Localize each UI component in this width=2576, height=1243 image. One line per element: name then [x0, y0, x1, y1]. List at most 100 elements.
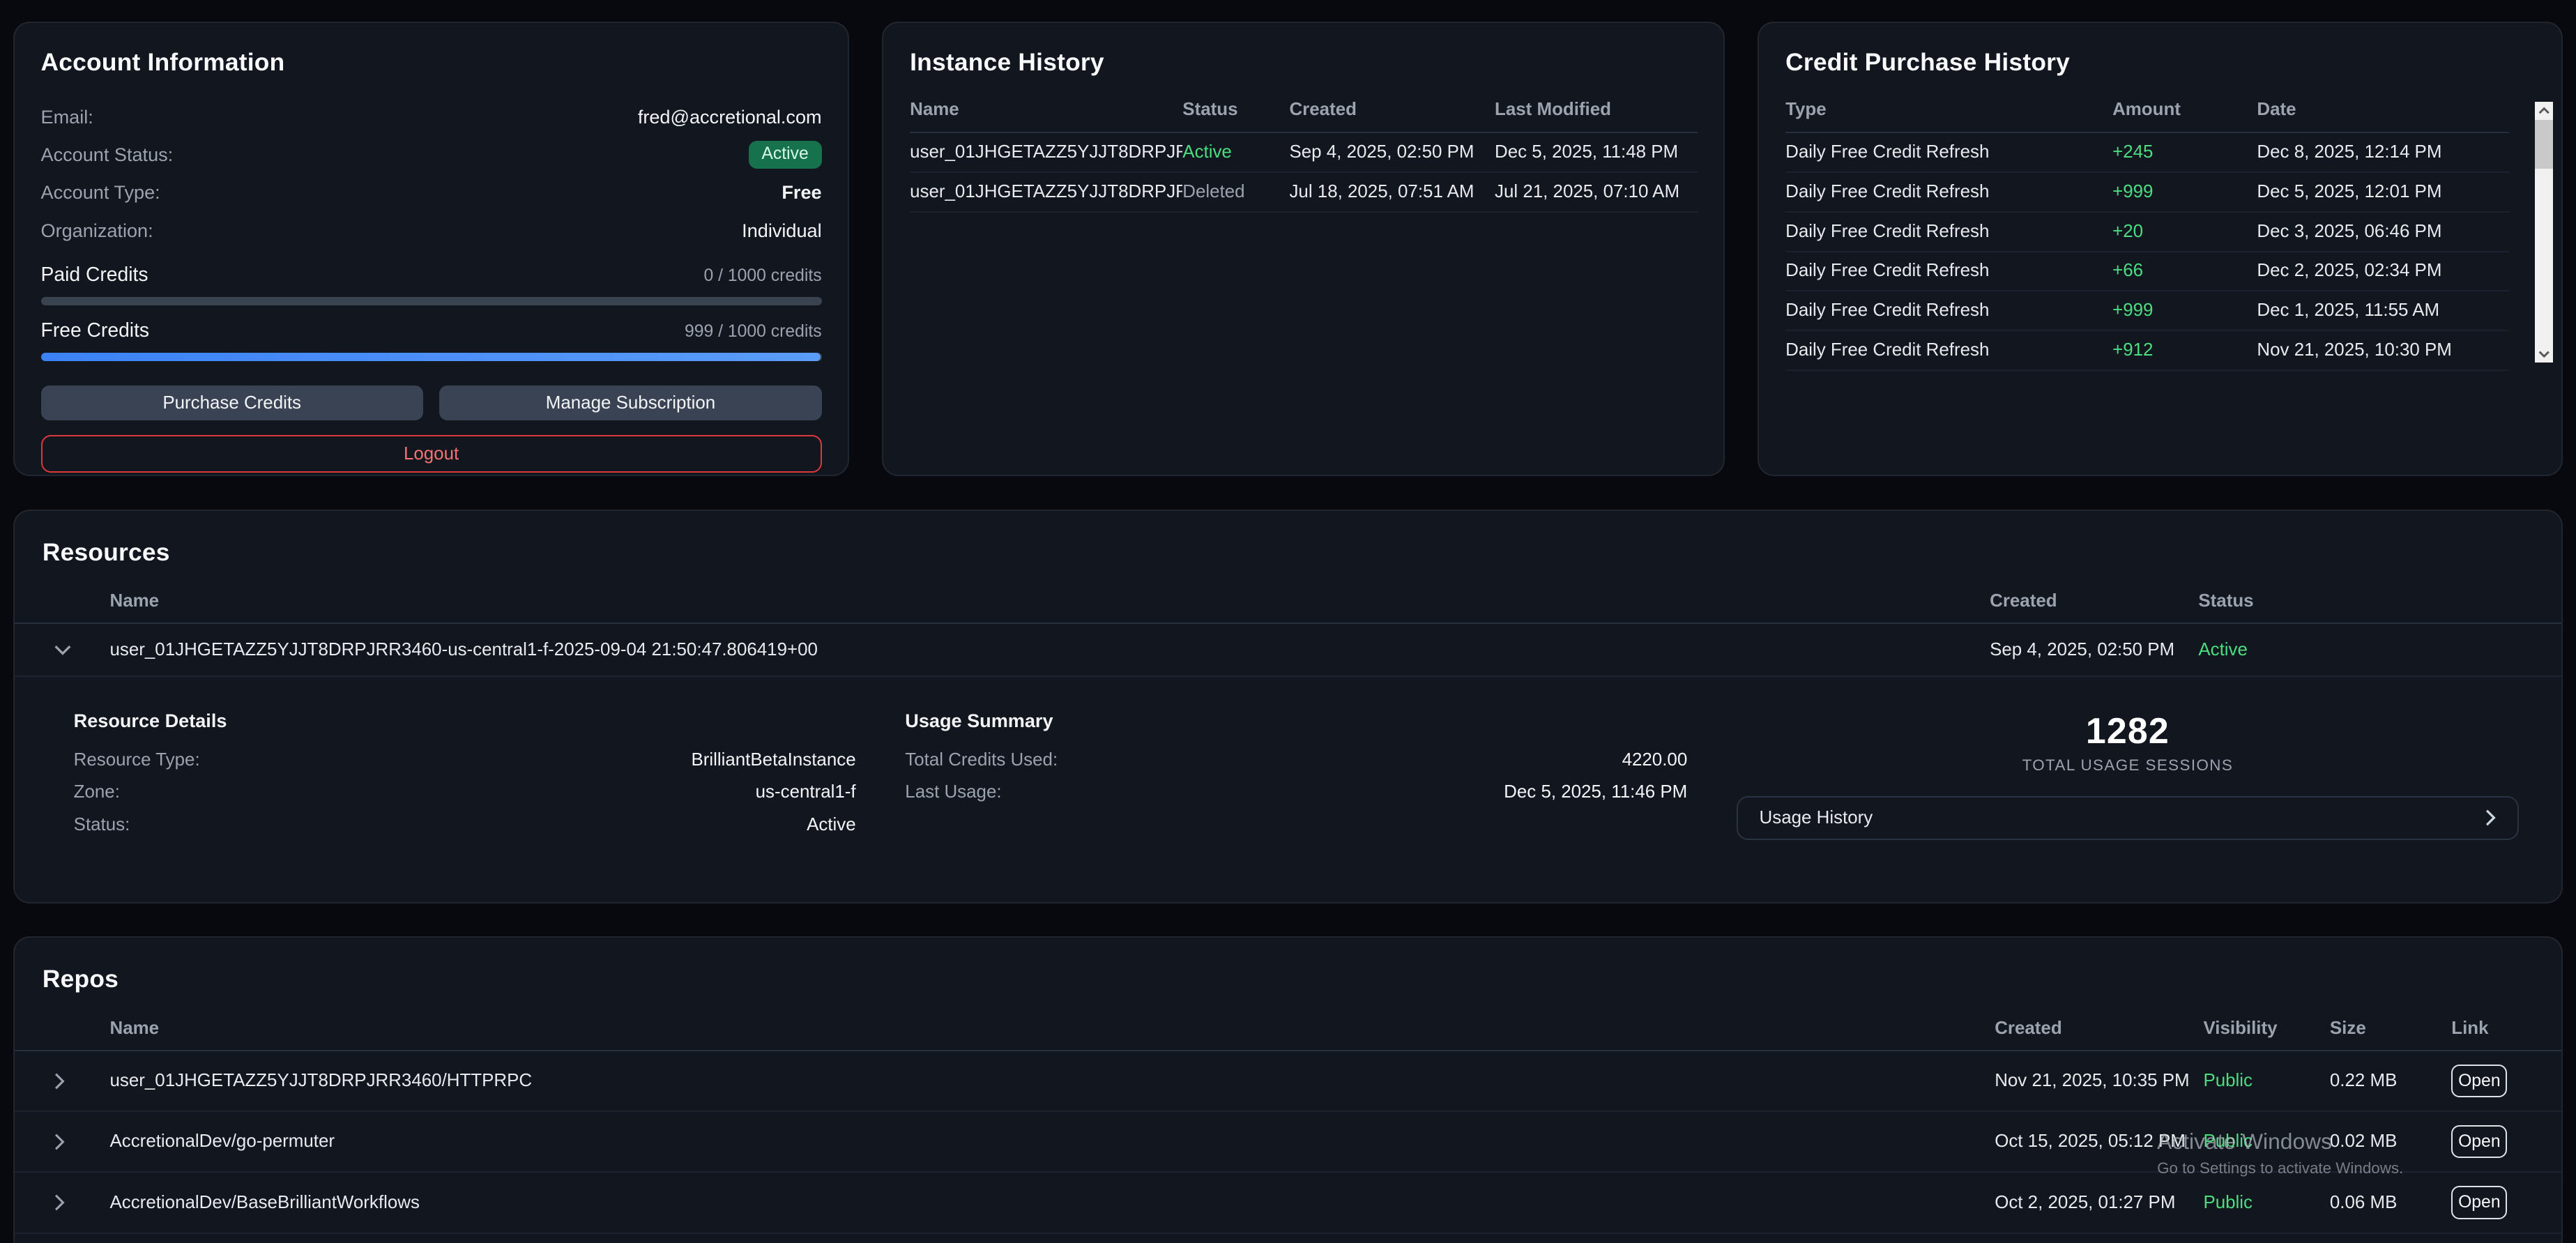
status-value: Active: [807, 815, 856, 835]
repo-created: Oct 15, 2025, 05:12 PM: [1995, 1131, 2203, 1152]
credit-amount: +245: [2112, 142, 2257, 162]
resource-row[interactable]: user_01JHGETAZZ5YJJT8DRPJRR3460-us-centr…: [15, 624, 2561, 676]
paid-credits-count: 0 / 1000 credits: [703, 266, 821, 286]
resource-status: Active: [2198, 640, 2530, 660]
column-header-name: Name: [110, 1019, 1995, 1039]
repos-card: Repos Name Created Visibility Size Link …: [13, 936, 2563, 1243]
repo-name: user_01JHGETAZZ5YJJT8DRPJRR3460/HTTPRPC: [110, 1071, 1995, 1091]
last-usage-label: Last Usage:: [905, 782, 1001, 802]
usage-history-button[interactable]: Usage History: [1737, 796, 2519, 841]
free-credits-progressbar: [41, 353, 822, 361]
resource-type-value: BrilliantBetaInstance: [691, 750, 855, 770]
account-status-label: Account Status:: [41, 144, 174, 166]
column-header-last-modified: Last Modified: [1495, 100, 1698, 120]
repo-row[interactable]: user_01JHGETAZZ5YJJT8DRPJRR3460/HTTPRPC …: [15, 1051, 2561, 1112]
chevron-right-icon[interactable]: [54, 1133, 109, 1151]
resources-title: Resources: [15, 511, 2561, 567]
column-header-visibility: Visibility: [2203, 1019, 2329, 1039]
credit-type: Daily Free Credit Refresh: [1785, 182, 2112, 202]
repo-row[interactable]: AccretionalDev/BaseBrilliantWorkflows Oc…: [15, 1173, 2561, 1233]
credit-amount: +999: [2112, 300, 2257, 321]
zone-value: us-central1-f: [756, 782, 856, 802]
column-header-size: Size: [2330, 1019, 2451, 1039]
organization-label: Organization:: [41, 220, 153, 242]
instance-history-card: Instance History Name Status Created Las…: [882, 22, 1725, 477]
credit-purchase-history-title: Credit Purchase History: [1785, 49, 2535, 77]
credit-row[interactable]: Daily Free Credit Refresh +999 Dec 1, 20…: [1785, 291, 2509, 331]
total-usage-sessions-caption: TOTAL USAGE SESSIONS: [1737, 756, 2519, 775]
instance-created: Jul 18, 2025, 07:51 AM: [1289, 182, 1495, 202]
account-type-value: Free: [782, 181, 821, 204]
repo-visibility: Public: [2203, 1131, 2329, 1152]
instance-modified: Jul 21, 2025, 07:10 AM: [1495, 182, 1698, 202]
top-cards-row: Account Information Email: fred@accretio…: [0, 0, 2576, 476]
resource-expanded-details: Resource Details Resource Type:Brilliant…: [15, 677, 2561, 848]
resource-created: Sep 4, 2025, 02:50 PM: [1990, 640, 2198, 660]
open-repo-button[interactable]: Open: [2451, 1125, 2507, 1158]
repo-created: Oct 2, 2025, 01:27 PM: [1995, 1193, 2203, 1213]
credit-row[interactable]: Daily Free Credit Refresh +912 Nov 21, 2…: [1785, 331, 2509, 371]
credit-amount: +66: [2112, 261, 2257, 281]
manage-subscription-button[interactable]: Manage Subscription: [439, 386, 821, 420]
resource-name: user_01JHGETAZZ5YJJT8DRPJRR3460-us-centr…: [110, 640, 1990, 660]
instance-name: user_01JHGETAZZ5YJJT8DRPJRR3...: [910, 142, 1182, 162]
credit-type: Daily Free Credit Refresh: [1785, 340, 2112, 360]
account-dashboard-page: Account Information Email: fred@accretio…: [0, 0, 2576, 1243]
credit-type: Daily Free Credit Refresh: [1785, 222, 2112, 242]
scrollbar-thumb[interactable]: [2535, 120, 2553, 169]
repo-visibility: Public: [2203, 1071, 2329, 1091]
repo-name: AccretionalDev/go-permuter: [110, 1131, 1995, 1152]
instance-history-header: Name Status Created Last Modified: [910, 100, 1697, 132]
logout-button[interactable]: Logout: [41, 435, 822, 473]
instance-row[interactable]: user_01JHGETAZZ5YJJT8DRPJRR3... Active S…: [910, 133, 1697, 173]
credit-purchase-history-card: Credit Purchase History Type Amount Date…: [1758, 22, 2563, 477]
vertical-scrollbar[interactable]: [2535, 102, 2553, 363]
column-header-created: Created: [1995, 1019, 2203, 1039]
column-header-link: Link: [2451, 1019, 2530, 1039]
instance-row[interactable]: user_01JHGETAZZ5YJJT8DRPJRR3... Deleted …: [910, 173, 1697, 213]
account-information-card: Account Information Email: fred@accretio…: [13, 22, 849, 477]
repo-size: 0.02 MB: [2330, 1131, 2451, 1152]
account-status-row: Account Status: Active: [41, 136, 822, 174]
credit-type: Daily Free Credit Refresh: [1785, 300, 2112, 321]
repo-size: 0.06 MB: [2330, 1193, 2451, 1213]
resource-details-panel: Resource Details Resource Type:Brilliant…: [74, 710, 856, 848]
credit-history-table: Type Amount Date Daily Free Credit Refre…: [1785, 100, 2509, 371]
usage-sessions-panel: 1282 TOTAL USAGE SESSIONS Usage History: [1737, 710, 2519, 848]
chevron-down-icon[interactable]: [54, 644, 109, 655]
organization-value: Individual: [742, 220, 821, 242]
credit-date: Dec 8, 2025, 12:14 PM: [2257, 142, 2508, 162]
repo-size: 0.22 MB: [2330, 1071, 2451, 1091]
credit-amount: +20: [2112, 222, 2257, 242]
credit-row[interactable]: Daily Free Credit Refresh +20 Dec 3, 202…: [1785, 213, 2509, 252]
credit-type: Daily Free Credit Refresh: [1785, 142, 2112, 162]
free-credits-label: Free Credits: [41, 319, 150, 342]
repo-row[interactable]: AccretionalDev/go-permuter Oct 15, 2025,…: [15, 1112, 2561, 1173]
total-credits-used-label: Total Credits Used:: [905, 750, 1058, 770]
resources-header: Name Created Status: [15, 567, 2561, 625]
status-label: Status:: [74, 815, 130, 835]
scrollbar-up-arrow-icon[interactable]: [2535, 102, 2553, 120]
account-status-badge: Active: [749, 141, 822, 169]
purchase-credits-button[interactable]: Purchase Credits: [41, 386, 423, 420]
column-header-status: Status: [2198, 591, 2530, 611]
chevron-right-icon[interactable]: [54, 1072, 109, 1090]
chevron-right-icon[interactable]: [54, 1194, 109, 1212]
scrollbar-down-arrow-icon[interactable]: [2535, 345, 2553, 363]
email-row: Email: fred@accretional.com: [41, 98, 822, 136]
credit-date: Dec 2, 2025, 02:34 PM: [2257, 261, 2508, 281]
credit-row[interactable]: Daily Free Credit Refresh +245 Dec 8, 20…: [1785, 133, 2509, 173]
credit-row[interactable]: Daily Free Credit Refresh +999 Dec 5, 20…: [1785, 173, 2509, 213]
account-information-title: Account Information: [41, 49, 822, 77]
repo-created: Nov 21, 2025, 10:35 PM: [1995, 1071, 2203, 1091]
open-repo-button[interactable]: Open: [2451, 1186, 2507, 1219]
column-header-name: Name: [910, 100, 1182, 120]
credit-row[interactable]: Daily Free Credit Refresh +66 Dec 2, 202…: [1785, 252, 2509, 292]
account-type-row: Account Type: Free: [41, 174, 822, 211]
free-credits-count: 999 / 1000 credits: [685, 322, 822, 342]
account-fields: Email: fred@accretional.com Account Stat…: [41, 98, 822, 250]
column-header-name: Name: [110, 591, 1990, 611]
credit-date: Dec 3, 2025, 06:46 PM: [2257, 222, 2508, 242]
open-repo-button[interactable]: Open: [2451, 1065, 2507, 1097]
email-value: fred@accretional.com: [638, 106, 822, 128]
